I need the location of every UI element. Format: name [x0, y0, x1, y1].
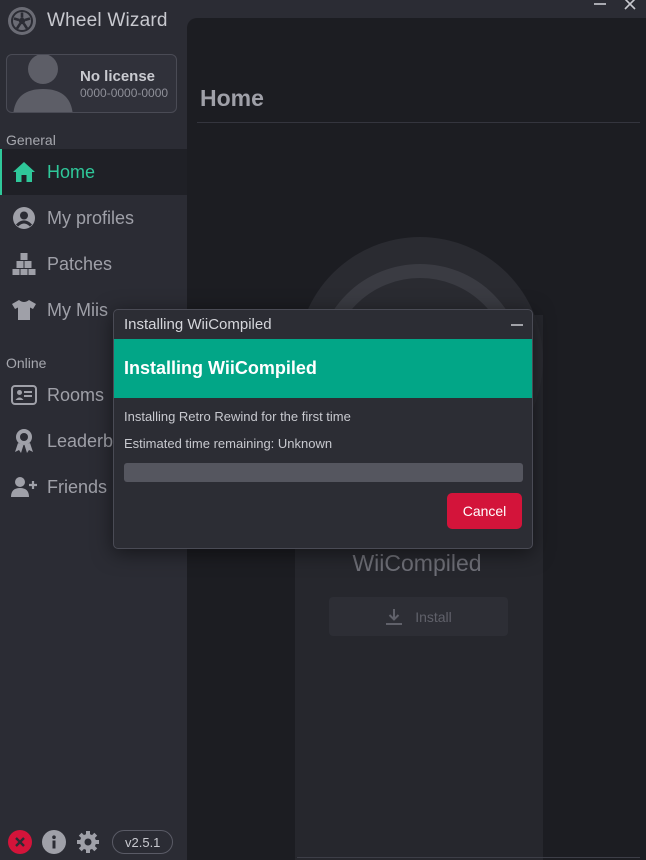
sidebar-item-label: My profiles [47, 207, 135, 228]
sidebar-footer: v2.5.1 [8, 830, 174, 854]
dialog-heading: Installing WiiCompiled [124, 358, 317, 378]
home-icon [11, 159, 37, 185]
settings-gear-icon[interactable] [76, 830, 100, 854]
window-controls [592, 0, 638, 12]
sidebar-item-label: Friends [47, 476, 108, 497]
mod-title: WiiCompiled [352, 550, 482, 576]
sidebar-item-label: Home [47, 161, 96, 182]
shirt-icon [11, 297, 37, 323]
section-label-online: Online [6, 355, 47, 371]
close-window-icon[interactable] [622, 0, 638, 12]
cancel-button[interactable]: Cancel [447, 493, 522, 529]
bottom-divider [297, 857, 640, 858]
page-title: Home [200, 85, 264, 111]
dialog-window-title: Installing WiiCompiled [124, 316, 272, 333]
brand: Wheel Wizard [6, 5, 168, 37]
dolphin-status-icon[interactable] [8, 830, 32, 854]
wheel-logo-icon [8, 7, 36, 35]
version-badge: v2.5.1 [112, 830, 174, 854]
cubes-icon [11, 251, 37, 277]
download-icon [386, 608, 403, 625]
dialog-header: Installing WiiCompiled [114, 339, 532, 398]
sidebar-item-label: Patches [47, 253, 113, 274]
rooms-icon [11, 382, 37, 408]
sidebar-item-label: Leaderb [47, 430, 114, 451]
sidebar-item-home[interactable]: Home [0, 149, 187, 195]
install-progress-bar [124, 463, 523, 482]
user-circle-icon [11, 205, 37, 231]
sidebar-item-patches[interactable]: Patches [0, 241, 187, 287]
install-status-text: Installing Retro Rewind for the first ti… [124, 409, 351, 424]
award-icon [11, 428, 37, 454]
app-title: Wheel Wizard [47, 10, 168, 31]
install-label: Install [415, 608, 452, 625]
sidebar-item-my-profiles[interactable]: My profiles [0, 195, 187, 241]
sidebar-item-label: Rooms [47, 384, 105, 405]
sidebar-item-label: My Miis [47, 299, 108, 320]
minimize-dialog-icon[interactable] [510, 318, 524, 332]
section-label-general: General [6, 132, 56, 148]
install-progress-dialog: Installing WiiCompiled Installing WiiCom… [113, 309, 533, 549]
add-friend-icon [11, 474, 37, 500]
dialog-titlebar[interactable]: Installing WiiCompiled [114, 310, 532, 339]
friend-code: 0000-0000-0000 [80, 86, 169, 100]
title-divider [197, 122, 640, 123]
info-icon[interactable] [42, 830, 66, 854]
license-status: No license [80, 68, 156, 85]
minimize-window-icon[interactable] [592, 0, 608, 12]
avatar [13, 55, 73, 112]
eta-text: Estimated time remaining: Unknown [124, 436, 333, 451]
user-card[interactable]: No license 0000-0000-0000 [6, 54, 177, 113]
install-button[interactable]: Install [329, 597, 508, 636]
